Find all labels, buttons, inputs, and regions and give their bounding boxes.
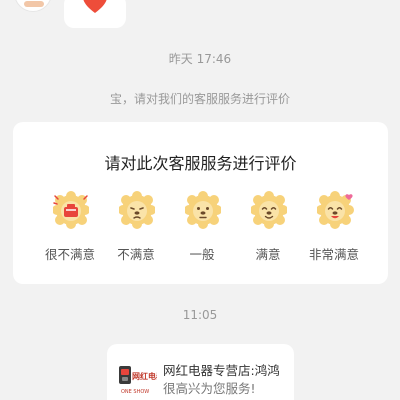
rating-option-satisfied[interactable]: 满意 <box>235 188 301 268</box>
avatar-logo-mark <box>24 1 44 7</box>
rating-label: 非常满意 <box>308 247 359 262</box>
rating-label: 不满意 <box>117 247 155 262</box>
shop-avatar[interactable] <box>14 0 52 12</box>
very-satisfied-lion-icon <box>317 191 354 229</box>
timestamp: 11:05 <box>182 308 218 322</box>
shop-name: 网红电器专营店:鸿鸿 <box>163 363 280 378</box>
satisfied-lion-icon <box>251 191 287 229</box>
rating-card: 请对此次客服服务进行评价 很不满意 不满意 一般 满意 非常满意 <box>13 122 388 284</box>
rating-option-very-dissatisfied[interactable]: 很不满意 <box>37 188 103 268</box>
very-dissatisfied-lion-icon <box>53 191 89 229</box>
shop-logo-text: 网红电器 <box>132 371 157 381</box>
rating-option-dissatisfied[interactable]: 不满意 <box>103 188 169 268</box>
rating-label: 满意 <box>255 247 281 262</box>
system-message: 宝，请对我们的客服服务进行评价 <box>109 92 290 106</box>
rating-option-neutral[interactable]: 一般 <box>169 188 235 268</box>
shop-greeting-text: 很高兴为您服务! <box>163 381 256 396</box>
timestamp: 昨天 17:46 <box>168 52 232 66</box>
rating-title: 请对此次客服服务进行评价 <box>104 154 297 173</box>
rating-label: 很不满意 <box>44 247 95 262</box>
shop-logo-subtext: ONE SHOW <box>121 389 149 395</box>
rating-option-very-satisfied[interactable]: 非常满意 <box>301 188 367 268</box>
dissatisfied-lion-icon <box>119 191 155 229</box>
heart-message-bubble[interactable] <box>64 0 126 28</box>
shop-logo: 网红电器 ONE SHOW <box>119 366 157 395</box>
rating-label: 一般 <box>189 247 215 262</box>
neutral-lion-icon <box>185 191 221 229</box>
shop-greeting-card[interactable]: 网红电器 ONE SHOW 网红电器专营店:鸿鸿 很高兴为您服务! <box>107 344 294 400</box>
heart-icon <box>83 0 107 13</box>
